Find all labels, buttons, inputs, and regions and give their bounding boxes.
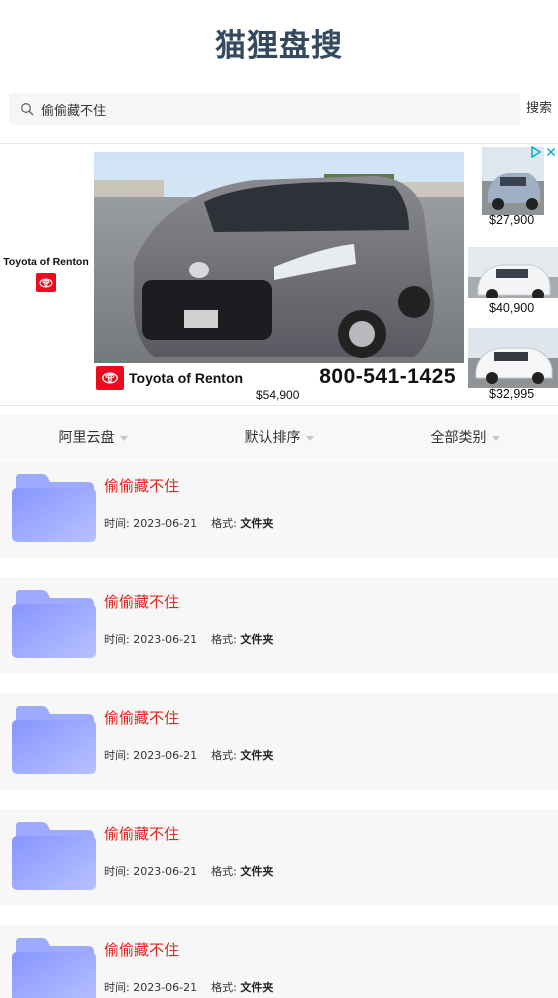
toyota-logo-icon [96, 365, 124, 390]
filter-source-dropdown[interactable]: 阿里云盘 [0, 414, 186, 460]
ad-thumb-price-2: $40,900 [489, 301, 535, 315]
suv-photo-icon [468, 328, 558, 388]
ad-banner-phone: 800-541-1425 [319, 365, 456, 388]
close-ad-icon[interactable] [543, 144, 558, 159]
ad-thumb-3[interactable] [468, 328, 558, 388]
result-meta: 时间: 2023-06-21 格式: 文件夹 [104, 979, 273, 995]
filter-bar: 阿里云盘 默认排序 全部类别 [0, 414, 558, 460]
result-meta: 时间: 2023-06-21 格式: 文件夹 [104, 747, 273, 763]
result-title[interactable]: 偷偷藏不住 [104, 823, 179, 844]
result-time: 2023-06-21 [133, 865, 198, 878]
result-title[interactable]: 偷偷藏不住 [104, 939, 179, 960]
result-title[interactable]: 偷偷藏不住 [104, 475, 179, 496]
ad-main-image[interactable]: Toyota of Renton 800-541-1425 [94, 152, 464, 392]
ad-brand[interactable]: Toyota of Renton [0, 256, 92, 292]
time-label: 时间: [104, 865, 134, 878]
result-format: 文件夹 [240, 749, 274, 762]
toyota-logo-icon [36, 273, 56, 292]
folder-icon [12, 590, 96, 658]
filter-label: 默认排序 [244, 430, 301, 446]
format-label: 格式: [211, 633, 241, 646]
result-item[interactable]: 偷偷藏不住 时间: 2023-06-21 格式: 文件夹 [0, 809, 558, 906]
ad-thumb-price-1: $27,900 [489, 213, 535, 227]
result-meta: 时间: 2023-06-21 格式: 文件夹 [104, 863, 273, 879]
result-format: 文件夹 [240, 865, 274, 878]
time-label: 时间: [104, 633, 134, 646]
caret-down-icon [305, 435, 314, 441]
result-time: 2023-06-21 [133, 517, 198, 530]
time-label: 时间: [104, 517, 134, 530]
result-meta: 时间: 2023-06-21 格式: 文件夹 [104, 631, 273, 647]
filter-category-dropdown[interactable]: 全部类别 [372, 414, 558, 460]
result-format: 文件夹 [240, 981, 274, 994]
result-item[interactable]: 偷偷藏不住 时间: 2023-06-21 格式: 文件夹 [0, 461, 558, 558]
format-label: 格式: [211, 749, 241, 762]
filter-label: 全部类别 [430, 430, 487, 446]
result-item[interactable]: 偷偷藏不住 时间: 2023-06-21 格式: 文件夹 [0, 693, 558, 790]
format-label: 格式: [211, 865, 241, 878]
caret-down-icon [491, 435, 500, 441]
folder-icon [12, 706, 96, 774]
result-format: 文件夹 [240, 633, 274, 646]
result-time: 2023-06-21 [133, 633, 198, 646]
van-photo-icon [94, 152, 464, 392]
suv-photo-icon [468, 247, 558, 302]
search-button[interactable]: 搜索 [526, 93, 552, 125]
search-bar [9, 93, 520, 125]
result-title[interactable]: 偷偷藏不住 [104, 707, 179, 728]
ad-thumb-price-3: $32,995 [489, 387, 535, 401]
ad-main-price: $54,900 [256, 388, 300, 402]
search-input[interactable] [37, 93, 520, 125]
result-meta: 时间: 2023-06-21 格式: 文件夹 [104, 515, 273, 531]
folder-icon [12, 938, 96, 998]
result-title[interactable]: 偷偷藏不住 [104, 591, 179, 612]
result-item[interactable]: 偷偷藏不住 时间: 2023-06-21 格式: 文件夹 [0, 577, 558, 674]
filter-sort-dropdown[interactable]: 默认排序 [186, 414, 372, 460]
filter-label: 阿里云盘 [58, 430, 115, 446]
result-time: 2023-06-21 [133, 981, 198, 994]
result-item[interactable]: 偷偷藏不住 时间: 2023-06-21 格式: 文件夹 [0, 925, 558, 998]
site-title[interactable]: 猫狸盘搜 [0, 20, 558, 65]
result-format: 文件夹 [240, 517, 274, 530]
time-label: 时间: [104, 749, 134, 762]
ad-banner-name: Toyota of Renton [129, 369, 244, 386]
caret-down-icon [119, 435, 128, 441]
ad-brand-name: Toyota of Renton [3, 256, 89, 268]
time-label: 时间: [104, 981, 134, 994]
ad-thumb-2[interactable] [468, 247, 558, 302]
format-label: 格式: [211, 981, 241, 994]
ad-choices[interactable] [528, 144, 558, 159]
result-time: 2023-06-21 [133, 749, 198, 762]
folder-icon [12, 822, 96, 890]
search-icon [9, 93, 37, 125]
adchoices-icon[interactable] [528, 144, 543, 159]
folder-icon [12, 474, 96, 542]
ad-banner[interactable]: Toyota of Renton Toyota of Renton 800-54… [0, 143, 558, 406]
format-label: 格式: [211, 517, 241, 530]
